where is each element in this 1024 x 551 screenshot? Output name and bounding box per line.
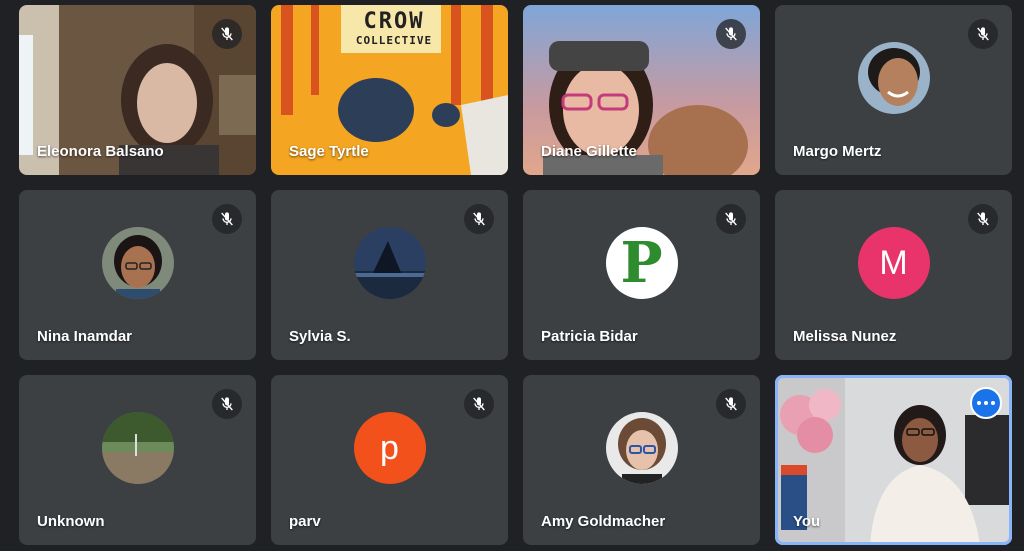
participant-name: Amy Goldmacher bbox=[541, 513, 666, 530]
participant-name: Eleonora Balsano bbox=[37, 143, 164, 160]
mic-off-icon bbox=[464, 389, 494, 419]
avatar-letter: M bbox=[879, 243, 908, 282]
avatar: p bbox=[353, 412, 426, 484]
mic-off-icon bbox=[716, 204, 746, 234]
participant-tile-nina[interactable]: Nina Inamdar bbox=[19, 190, 256, 360]
avatar bbox=[101, 227, 174, 299]
participant-tile-sylvia[interactable]: Sylvia S. bbox=[271, 190, 508, 360]
participant-name: Margo Mertz bbox=[793, 143, 882, 160]
avatar bbox=[353, 227, 426, 299]
participant-tile-diane[interactable]: Diane Gillette bbox=[523, 5, 760, 175]
avatar bbox=[605, 412, 678, 484]
participant-name: Patricia Bidar bbox=[541, 328, 638, 345]
participant-tile-eleonora[interactable]: Eleonora Balsano bbox=[19, 5, 256, 175]
mic-off-icon bbox=[464, 204, 494, 234]
participant-name: Diane Gillette bbox=[541, 143, 637, 160]
mic-off-icon bbox=[716, 389, 746, 419]
participant-name: Unknown bbox=[37, 513, 105, 530]
participant-tile-parv[interactable]: p parv bbox=[271, 375, 508, 545]
participant-name: Sylvia S. bbox=[289, 328, 351, 345]
mic-off-icon bbox=[212, 389, 242, 419]
avatar: P bbox=[605, 227, 678, 299]
participant-tile-you[interactable]: You bbox=[775, 375, 1012, 545]
avatar bbox=[857, 42, 930, 114]
participant-name: You bbox=[793, 513, 821, 530]
avatar: M bbox=[857, 227, 930, 299]
more-options-icon[interactable] bbox=[970, 387, 1002, 419]
participant-tile-sage[interactable]: CROW COLLECTIVE Sage Tyrtle bbox=[271, 5, 508, 175]
participant-tile-margo[interactable]: Margo Mertz bbox=[775, 5, 1012, 175]
mic-off-icon bbox=[968, 204, 998, 234]
participant-tile-patricia[interactable]: P Patricia Bidar bbox=[523, 190, 760, 360]
mic-off-icon bbox=[968, 19, 998, 49]
participant-name: Melissa Nunez bbox=[793, 328, 897, 345]
avatar-monogram: P bbox=[620, 230, 663, 296]
mic-off-icon bbox=[716, 19, 746, 49]
mic-off-icon bbox=[212, 19, 242, 49]
avatar bbox=[101, 412, 174, 484]
avatar-letter: p bbox=[380, 428, 399, 467]
participant-tile-unknown[interactable]: Unknown bbox=[19, 375, 256, 545]
participant-tile-amy[interactable]: Amy Goldmacher bbox=[523, 375, 760, 545]
participant-name: Sage Tyrtle bbox=[289, 143, 369, 160]
participant-name: Nina Inamdar bbox=[37, 328, 133, 345]
mic-off-icon bbox=[212, 204, 242, 234]
poster-title: CROW COLLECTIVE bbox=[355, 9, 433, 47]
participant-tile-melissa[interactable]: M Melissa Nunez bbox=[775, 190, 1012, 360]
participant-name: parv bbox=[289, 513, 321, 530]
